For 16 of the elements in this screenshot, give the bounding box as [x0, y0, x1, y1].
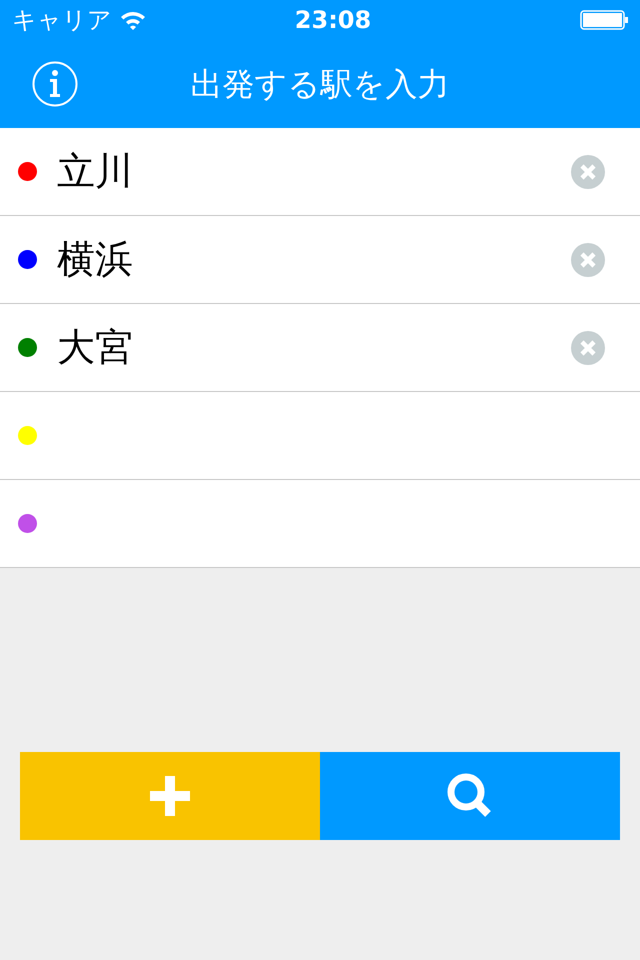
- add-button[interactable]: [20, 752, 320, 840]
- info-icon[interactable]: [32, 61, 78, 107]
- wifi-icon: [120, 10, 146, 30]
- clear-icon[interactable]: [571, 154, 605, 188]
- screen-title: 出発する駅を入力: [190, 64, 450, 105]
- clear-icon[interactable]: [571, 330, 605, 364]
- clock-text: 23:08: [294, 5, 372, 36]
- battery-icon: [580, 10, 628, 30]
- search-button[interactable]: [320, 752, 620, 840]
- station-name[interactable]: 大宮: [57, 319, 133, 376]
- clear-icon[interactable]: [571, 242, 605, 276]
- station-name[interactable]: 横浜: [57, 231, 133, 288]
- search-icon: [447, 773, 493, 819]
- carrier-text: キャリア: [12, 5, 112, 36]
- station-name[interactable]: 立川: [57, 143, 133, 200]
- plus-icon: [150, 776, 190, 816]
